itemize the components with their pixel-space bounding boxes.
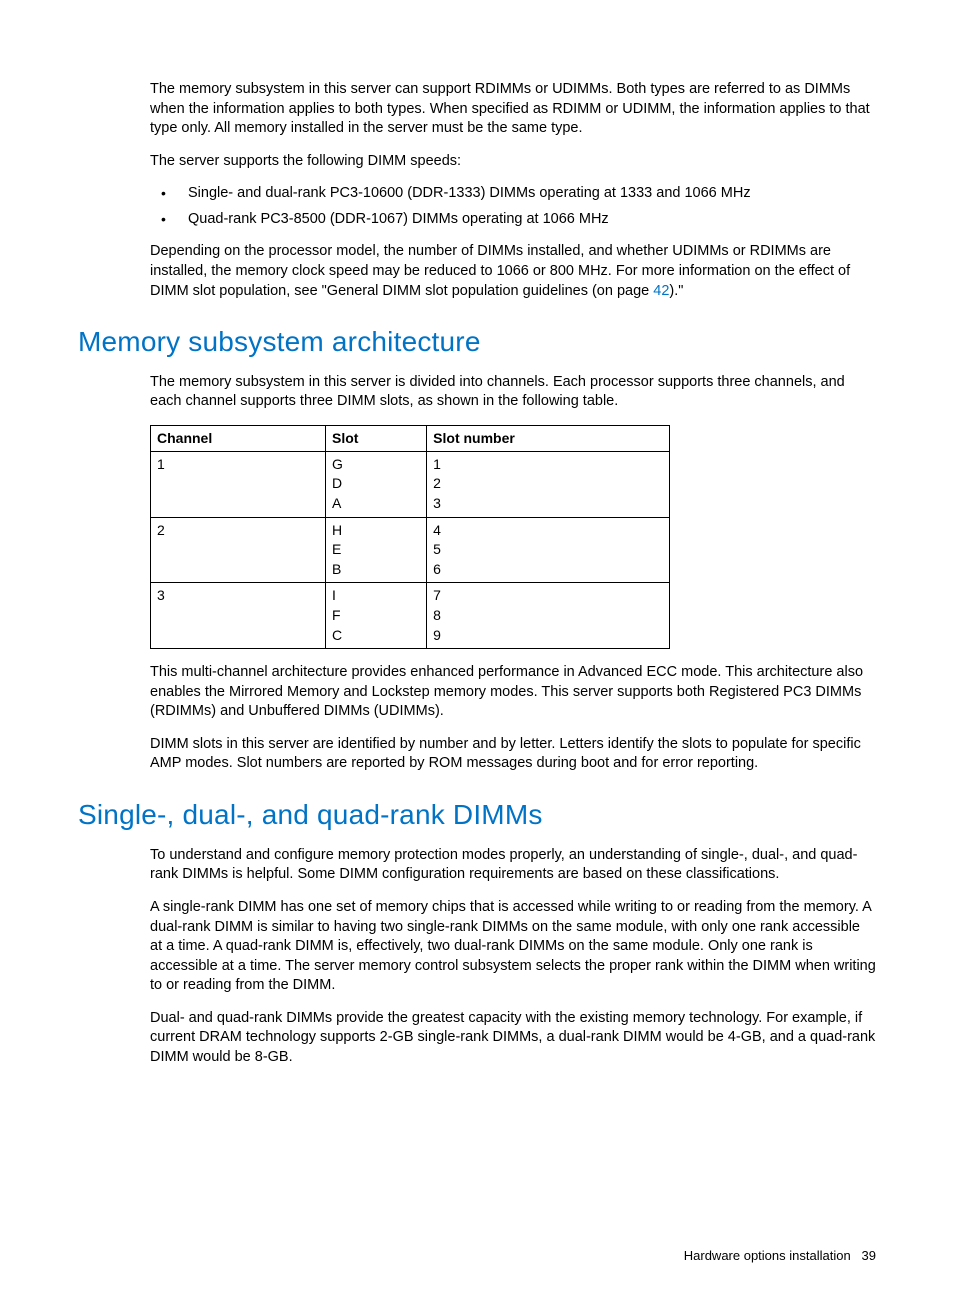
table-row: 2HEB456 <box>151 517 670 583</box>
sec1-p3: DIMM slots in this server are identified… <box>150 735 876 774</box>
sec2-p2: A single-rank DIMM has one set of memory… <box>150 898 876 996</box>
sec1-p1: The memory subsystem in this server is d… <box>150 373 876 412</box>
list-item: Single- and dual-rank PC3-10600 (DDR-133… <box>150 184 876 204</box>
speed-list: Single- and dual-rank PC3-10600 (DDR-133… <box>150 184 876 229</box>
sec2-p1: To understand and configure memory prote… <box>150 846 876 885</box>
list-item: Quad-rank PC3-8500 (DDR-1067) DIMMs oper… <box>150 210 876 230</box>
col-channel: Channel <box>151 425 326 451</box>
intro-p2: The server supports the following DIMM s… <box>150 152 876 172</box>
table-row: 1GDA123 <box>151 451 670 517</box>
intro-block: The memory subsystem in this server can … <box>150 80 876 301</box>
sec1-p2: This multi-channel architecture provides… <box>150 663 876 722</box>
sec2-p3: Dual- and quad-rank DIMMs provide the gr… <box>150 1009 876 1068</box>
cell-slotnum: 456 <box>427 517 670 583</box>
intro-p1: The memory subsystem in this server can … <box>150 80 876 139</box>
text: Depending on the processor model, the nu… <box>150 243 850 298</box>
cell-channel: 1 <box>151 451 326 517</box>
footer-section: Hardware options installation <box>684 1248 851 1263</box>
cell-slotnum: 123 <box>427 451 670 517</box>
cell-channel: 2 <box>151 517 326 583</box>
cell-channel: 3 <box>151 583 326 649</box>
sec2-block: To understand and configure memory prote… <box>150 846 876 1068</box>
cell-slot: IFC <box>326 583 427 649</box>
cell-slotnum: 789 <box>427 583 670 649</box>
text: )." <box>669 283 683 299</box>
col-slot: Slot <box>326 425 427 451</box>
footer-page: 39 <box>862 1248 876 1263</box>
cell-slot: HEB <box>326 517 427 583</box>
sec1-block: The memory subsystem in this server is d… <box>150 373 876 774</box>
heading-memory-arch: Memory subsystem architecture <box>78 323 876 361</box>
page-link[interactable]: 42 <box>653 283 669 299</box>
page-footer: Hardware options installation 39 <box>78 1247 876 1265</box>
cell-slot: GDA <box>326 451 427 517</box>
intro-p3: Depending on the processor model, the nu… <box>150 242 876 301</box>
heading-rank-dimms: Single-, dual-, and quad-rank DIMMs <box>78 796 876 834</box>
col-slotnum: Slot number <box>427 425 670 451</box>
table-row: 3IFC789 <box>151 583 670 649</box>
channel-table: Channel Slot Slot number 1GDA1232HEB4563… <box>150 425 670 649</box>
table-header-row: Channel Slot Slot number <box>151 425 670 451</box>
